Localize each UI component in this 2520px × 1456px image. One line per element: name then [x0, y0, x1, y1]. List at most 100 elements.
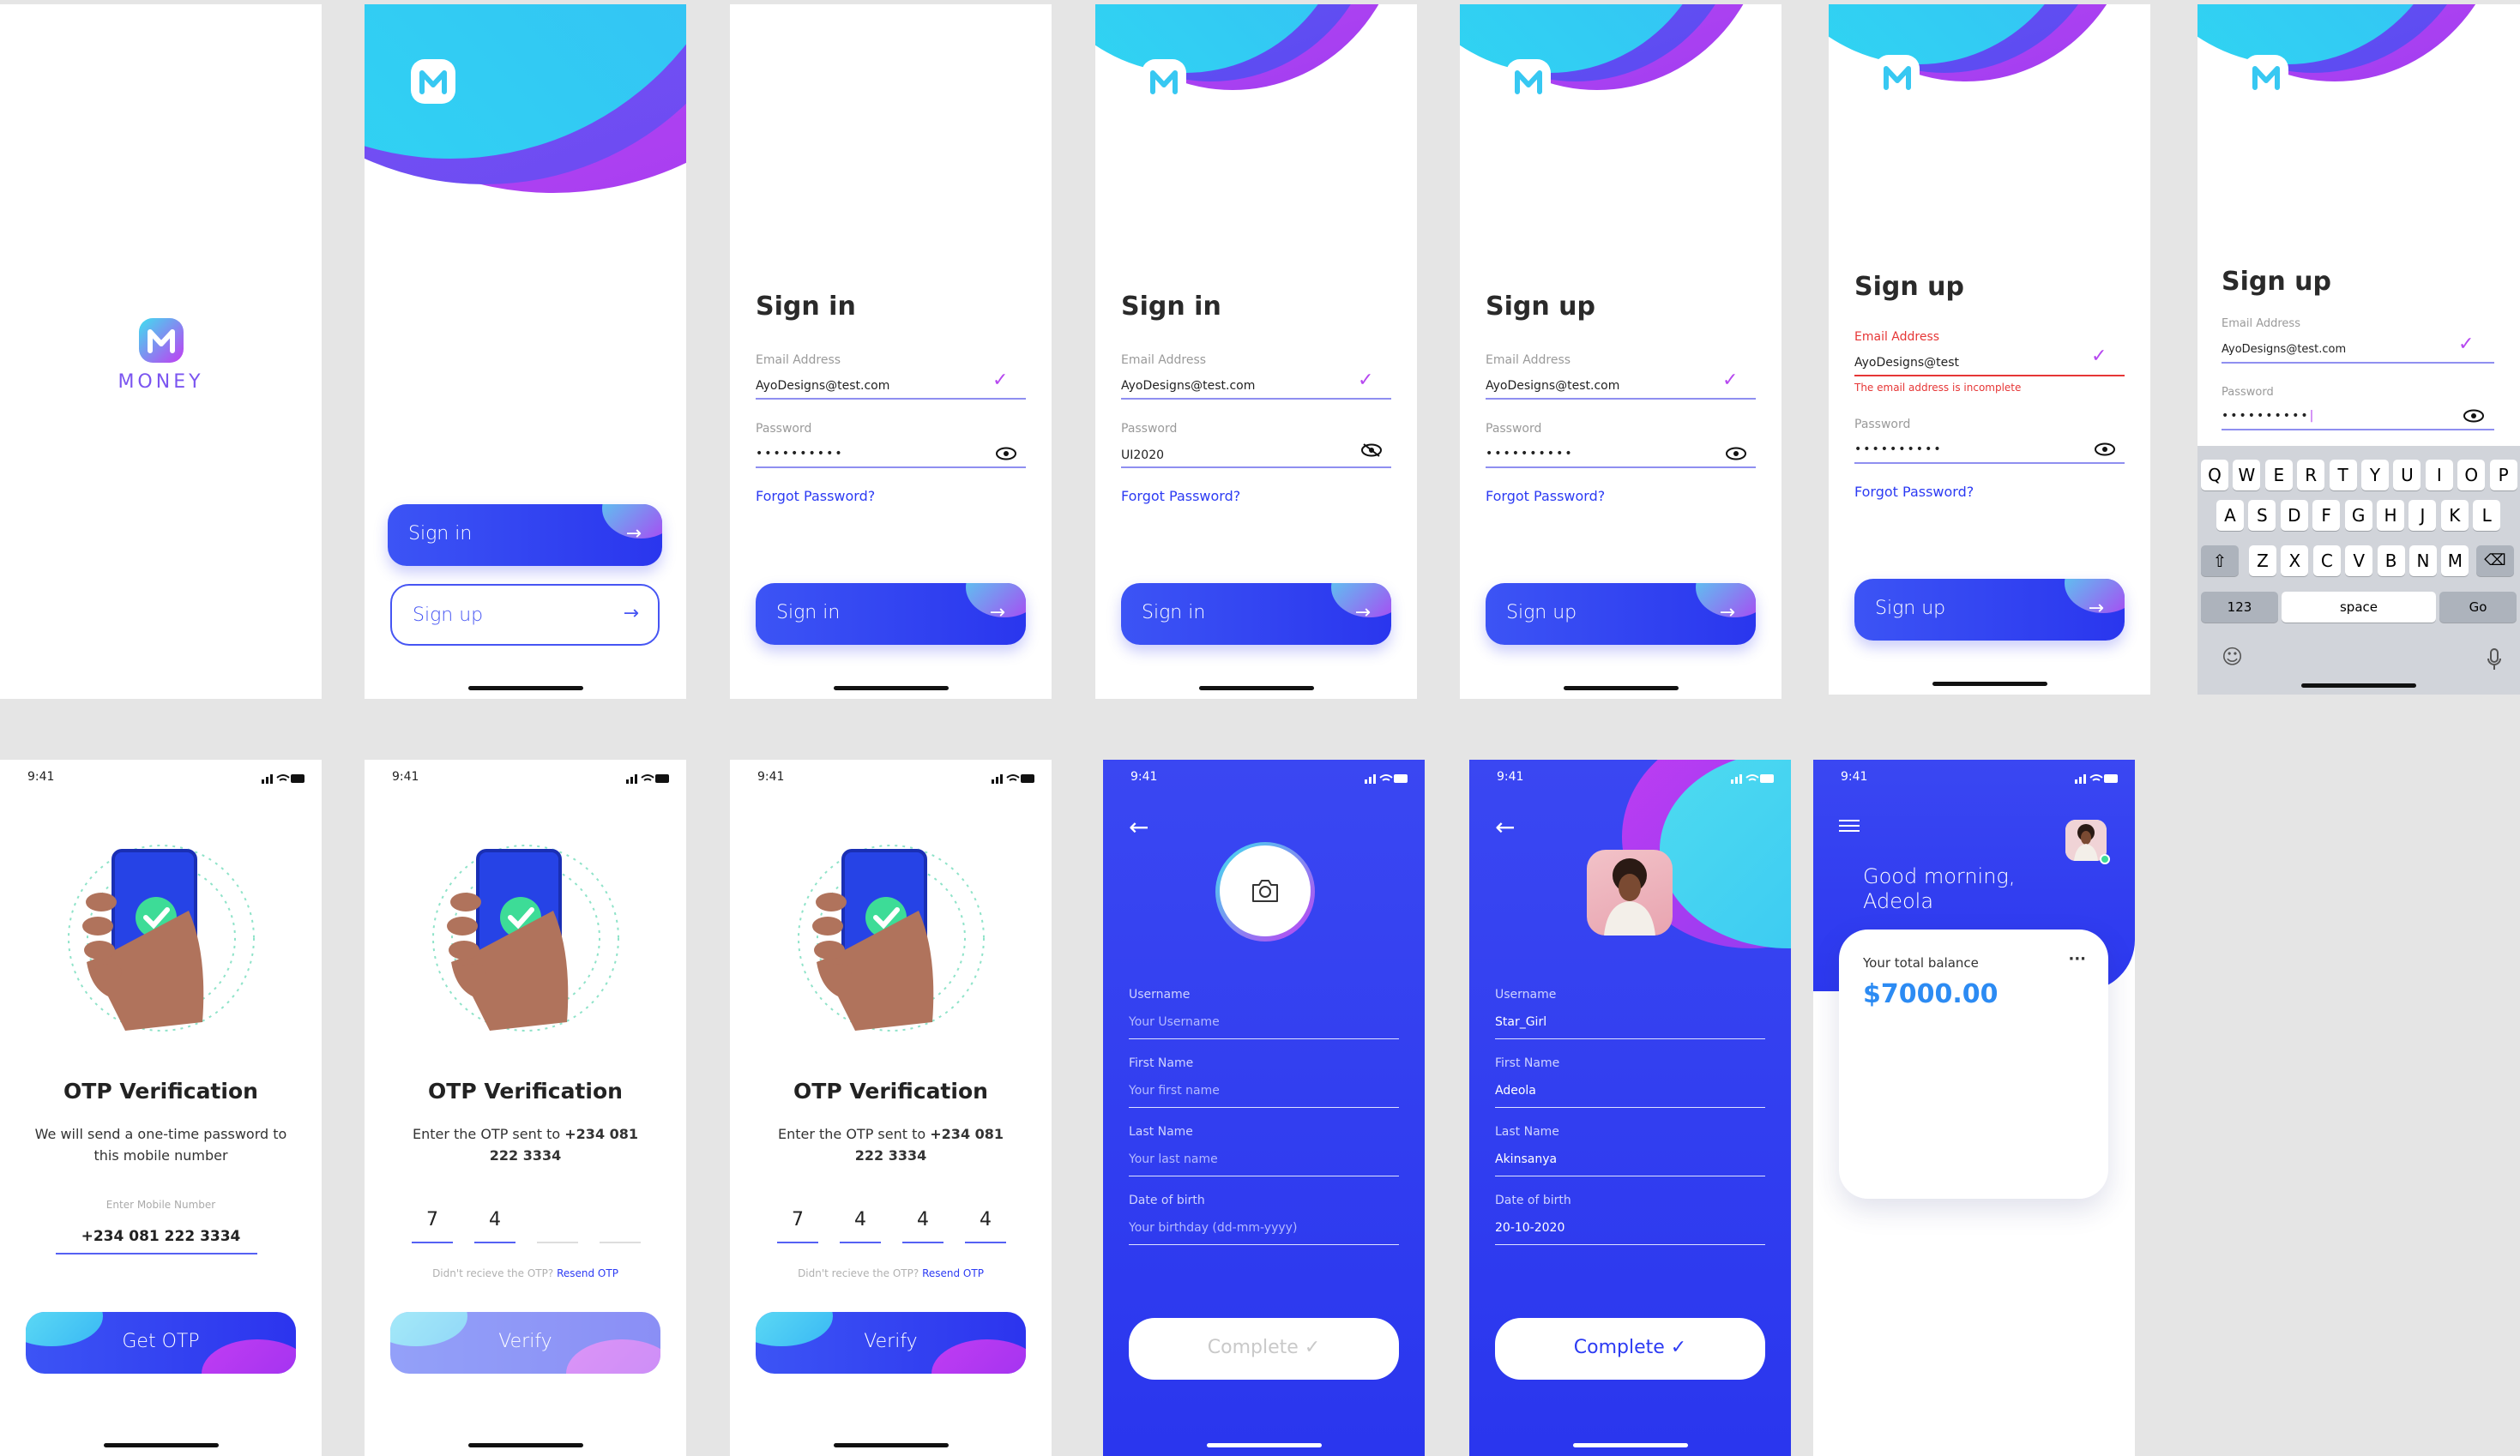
key-f[interactable]: F [2312, 500, 2341, 531]
sign-up-button[interactable]: Sign up → [1854, 579, 2125, 641]
password-field[interactable]: ••••••••••| [2222, 409, 2315, 423]
mobile-number-field[interactable]: +234 081 222 3334 [0, 1228, 322, 1245]
username-field[interactable]: Your Username [1129, 1015, 1220, 1029]
key-c[interactable]: C [2312, 545, 2341, 576]
key-z[interactable]: Z [2249, 545, 2276, 576]
shift-key[interactable]: ⇧ [2201, 545, 2239, 576]
resend-otp-link[interactable]: Resend OTP [557, 1267, 618, 1279]
sign-in-button[interactable]: Sign in → [756, 583, 1026, 645]
key-w[interactable]: W [2233, 460, 2261, 490]
key-o[interactable]: O [2457, 460, 2486, 490]
eye-icon[interactable] [1726, 447, 1746, 460]
key-a[interactable]: A [2216, 500, 2244, 531]
password-field[interactable]: UI2020 [1121, 448, 1164, 462]
go-key[interactable]: Go [2439, 592, 2517, 623]
eye-icon[interactable] [2463, 409, 2484, 423]
microphone-icon[interactable] [2487, 648, 2501, 671]
email-field[interactable]: AyoDesigns@test.com [2222, 343, 2346, 356]
otp-digit-2[interactable]: 4 [840, 1209, 881, 1230]
username-field[interactable]: Star_Girl [1495, 1015, 1546, 1029]
complete-button[interactable]: Complete ✓ [1495, 1318, 1765, 1380]
email-label: Email Address [756, 353, 841, 367]
key-b[interactable]: B [2377, 545, 2405, 576]
otp-digit-1[interactable]: 7 [412, 1209, 453, 1230]
last-name-field[interactable]: Your last name [1129, 1152, 1218, 1166]
verify-button-disabled[interactable]: Verify [390, 1312, 660, 1374]
email-field[interactable]: AyoDesigns@test.com [1121, 379, 1255, 393]
forgot-password-link[interactable]: Forgot Password? [1486, 488, 1605, 504]
password-field[interactable]: •••••••••• [1486, 447, 1574, 460]
key-l[interactable]: L [2473, 500, 2501, 531]
first-name-field[interactable]: Adeola [1495, 1084, 1536, 1098]
forgot-password-link[interactable]: Forgot Password? [1854, 484, 1974, 500]
status-bar: 9:41 [1103, 770, 1425, 787]
get-otp-button[interactable]: Get OTP [26, 1312, 296, 1374]
verify-button[interactable]: Verify [756, 1312, 1026, 1374]
otp-digit-2[interactable]: 4 [474, 1209, 515, 1230]
password-field[interactable]: •••••••••• [1854, 442, 1943, 456]
key-k[interactable]: K [2440, 500, 2469, 531]
key-v[interactable]: V [2345, 545, 2373, 576]
key-y[interactable]: Y [2361, 460, 2389, 490]
profile-photo-avatar[interactable] [1587, 850, 1673, 936]
status-bar: 9:41 [0, 770, 322, 787]
key-q[interactable]: Q [2201, 460, 2228, 490]
key-g[interactable]: G [2344, 500, 2372, 531]
profile-empty-screen: 9:41 ← Username Your Username First Name… [1103, 760, 1425, 1456]
email-field[interactable]: AyoDesigns@test.com [756, 379, 889, 393]
status-time: 9:41 [392, 770, 419, 784]
key-x[interactable]: X [2281, 545, 2309, 576]
otp-digit-4[interactable]: 4 [965, 1209, 1006, 1230]
email-field[interactable]: AyoDesigns@test [1854, 356, 1959, 370]
status-time: 9:41 [1497, 770, 1524, 784]
forgot-password-link[interactable]: Forgot Password? [756, 488, 875, 504]
back-arrow-icon[interactable]: ← [1495, 813, 1515, 841]
password-label: Password [2222, 386, 2274, 399]
numbers-key[interactable]: 123 [2201, 592, 2278, 623]
dob-field[interactable]: 20-10-2020 [1495, 1221, 1564, 1235]
key-s[interactable]: S [2248, 500, 2276, 531]
dob-field[interactable]: Your birthday (dd-mm-yyyy) [1129, 1221, 1297, 1235]
eye-off-icon[interactable] [1361, 443, 1382, 457]
key-u[interactable]: U [2393, 460, 2421, 490]
complete-button-disabled[interactable]: Complete ✓ [1129, 1318, 1399, 1380]
otp-digit-3[interactable]: 4 [902, 1209, 943, 1230]
sign-up-label: Sign up [413, 605, 484, 626]
sign-in-button[interactable]: Sign in → [1121, 583, 1391, 645]
backspace-key[interactable]: ⌫ [2476, 545, 2514, 576]
otp-digit-1[interactable]: 7 [777, 1209, 818, 1230]
password-field[interactable]: •••••••••• [756, 447, 844, 460]
key-d[interactable]: D [2280, 500, 2308, 531]
key-p[interactable]: P [2489, 460, 2517, 490]
resend-row: Didn't recieve the OTP? Resend OTP [730, 1267, 1052, 1279]
forgot-password-link[interactable]: Forgot Password? [1121, 488, 1240, 504]
camera-icon[interactable] [1251, 878, 1280, 904]
last-name-field[interactable]: Akinsanya [1495, 1152, 1557, 1166]
eye-icon[interactable] [2095, 442, 2115, 456]
emoji-icon[interactable]: ☺ [2222, 645, 2243, 669]
key-t[interactable]: T [2329, 460, 2357, 490]
sign-in-button[interactable]: Sign in → [388, 504, 662, 566]
key-h[interactable]: H [2377, 500, 2404, 531]
password-underline [2222, 429, 2494, 430]
key-n[interactable]: N [2409, 545, 2437, 576]
money-logo-icon [411, 59, 455, 104]
sign-up-button[interactable]: Sign up → [1486, 583, 1756, 645]
sign-up-button[interactable]: Sign up → [390, 584, 660, 646]
key-m[interactable]: M [2441, 545, 2469, 576]
resend-otp-link[interactable]: Resend OTP [922, 1267, 984, 1279]
eye-icon[interactable] [996, 447, 1016, 460]
email-field[interactable]: AyoDesigns@test.com [1486, 379, 1619, 393]
key-r[interactable]: R [2297, 460, 2325, 490]
first-name-field[interactable]: Your first name [1129, 1084, 1220, 1098]
welcome-sign-up-screen: Welcome Back Sign up Email Address AyoDes… [1460, 4, 1781, 699]
back-arrow-icon[interactable]: ← [1129, 813, 1148, 841]
space-key[interactable]: space [2282, 592, 2436, 623]
more-options-icon[interactable]: ··· [2068, 950, 2086, 968]
key-i[interactable]: I [2425, 460, 2453, 490]
menu-icon[interactable] [1839, 818, 1860, 833]
balance-card[interactable]: Your total balance ··· $7000.00 [1839, 930, 2108, 1199]
key-j[interactable]: J [2408, 500, 2437, 531]
key-e[interactable]: E [2264, 460, 2293, 490]
check-icon: ✓ [992, 370, 1009, 391]
